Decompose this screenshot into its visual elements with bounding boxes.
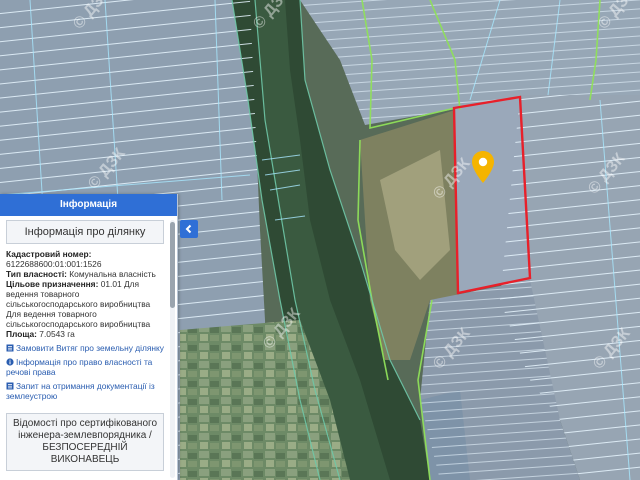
area-value: 7.0543 га [39,329,75,339]
cadastral-number-value: 6122688600:01:001:1526 [6,259,102,269]
scroll-thumb[interactable] [170,222,175,308]
info-icon [6,358,14,366]
panel-scrollbar[interactable] [170,220,175,478]
location-pin-icon[interactable] [471,150,495,184]
panel-body: Інформація про ділянку Кадастровий номер… [0,216,170,480]
area-row: Площа: 7.0543 га [6,329,75,339]
collapse-panel-button[interactable] [180,220,198,238]
info-panel: Інформація Інформація про ділянку Кадаст… [0,194,178,480]
purpose-row: Цільове призначення: 01.01 Для ведення т… [6,279,151,329]
order-extract-link[interactable]: Замовити Витяг про земельну ділянку [6,343,164,353]
parcel-info-title: Інформація про ділянку [6,220,164,244]
certified-engineer-box[interactable]: Відомості про сертифікованого інженера-з… [6,413,164,471]
document-icon [6,344,14,352]
ownership-rights-link[interactable]: Інформація про право власності та речові… [6,357,164,377]
ownership-value: Комунальна власність [69,269,156,279]
cadastral-number-label: Кадастровий номер: [6,249,92,259]
document-icon [6,382,14,390]
panel-header: Інформація [0,194,177,216]
ownership-row: Тип власності: Комунальна власність [6,269,156,279]
chevron-left-icon [185,224,192,234]
documentation-request-link[interactable]: Запит на отримання документації із земле… [6,381,164,401]
